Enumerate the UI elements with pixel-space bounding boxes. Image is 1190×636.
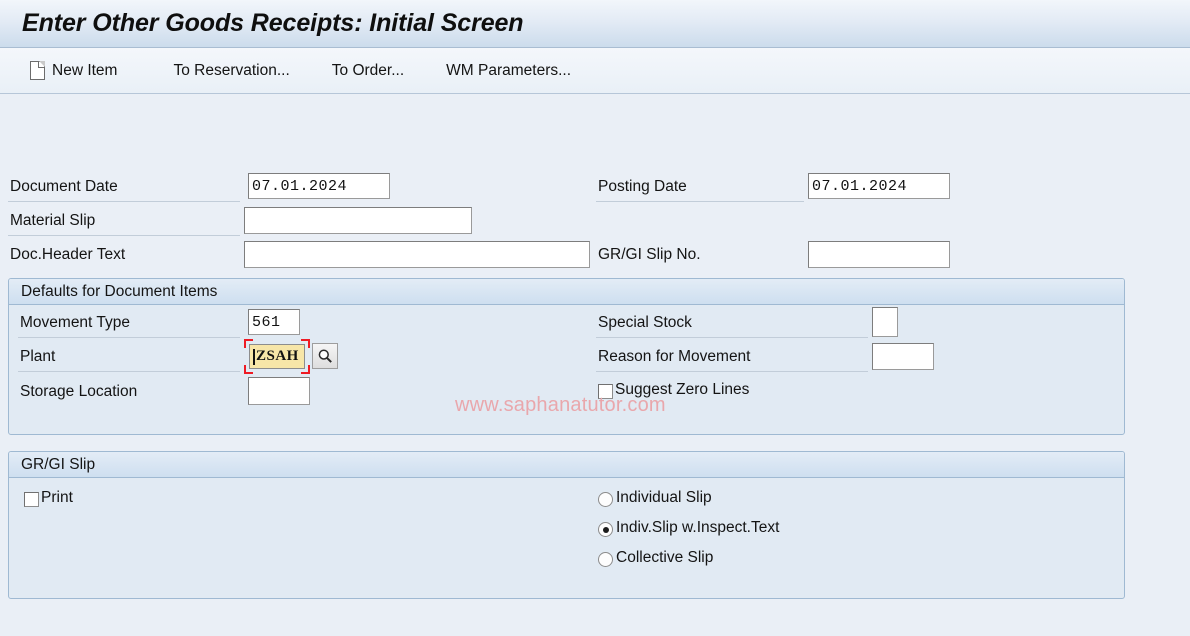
- gr-gi-slip-no-input[interactable]: [808, 241, 950, 268]
- plant-label: Plant: [18, 346, 240, 372]
- storage-location-input[interactable]: [248, 377, 310, 405]
- plant-input[interactable]: ZSAH: [249, 344, 305, 369]
- doc-header-text-label: Doc.Header Text: [10, 246, 126, 263]
- to-order-button[interactable]: To Order...: [316, 55, 418, 87]
- to-reservation-button[interactable]: To Reservation...: [157, 55, 303, 87]
- plant-input-value: ZSAH: [256, 348, 299, 364]
- posting-date-input[interactable]: 07.01.2024: [808, 173, 950, 199]
- window-title-bar: Enter Other Goods Receipts: Initial Scre…: [0, 0, 1190, 48]
- document-date-input[interactable]: 07.01.2024: [248, 173, 390, 199]
- plant-search-help-button[interactable]: [312, 343, 338, 369]
- reason-for-movement-label: Reason for Movement: [596, 346, 868, 372]
- special-stock-label: Special Stock: [596, 312, 868, 338]
- wm-parameters-button[interactable]: WM Parameters...: [430, 55, 585, 87]
- print-label: Print: [41, 489, 73, 506]
- new-item-button[interactable]: New Item: [16, 55, 131, 87]
- movement-type-label: Movement Type: [18, 312, 240, 338]
- application-toolbar: New Item To Reservation... To Order... W…: [0, 48, 1190, 94]
- material-slip-input[interactable]: [244, 207, 472, 234]
- radio-indiv-slip-with-inspect-text[interactable]: [598, 522, 613, 537]
- new-item-label: New Item: [52, 61, 118, 79]
- suggest-zero-lines-label: Suggest Zero Lines: [615, 381, 750, 398]
- magnifier-icon: [318, 349, 332, 363]
- to-reservation-label: To Reservation...: [173, 61, 290, 79]
- radio-individual-slip-label: Individual Slip: [616, 489, 712, 506]
- page-icon: [30, 61, 45, 80]
- radio-collective-slip[interactable]: [598, 552, 613, 567]
- to-order-label: To Order...: [331, 61, 405, 79]
- posting-date-label: Posting Date: [596, 176, 804, 202]
- page-title: Enter Other Goods Receipts: Initial Scre…: [22, 9, 524, 37]
- gr-gi-slip-panel: GR/GI Slip: [8, 451, 1125, 599]
- radio-individual-slip[interactable]: [598, 492, 613, 507]
- text-caret: [253, 348, 255, 365]
- material-slip-label: Material Slip: [8, 210, 240, 236]
- document-date-label: Document Date: [8, 176, 240, 202]
- special-stock-input[interactable]: [872, 307, 898, 337]
- movement-type-input[interactable]: 561: [248, 309, 300, 335]
- defaults-panel-title: Defaults for Document Items: [9, 279, 1124, 305]
- radio-indiv-slip-with-inspect-text-label: Indiv.Slip w.Inspect.Text: [616, 519, 780, 536]
- storage-location-label: Storage Location: [20, 383, 138, 400]
- radio-collective-slip-label: Collective Slip: [616, 549, 714, 566]
- gr-gi-slip-no-label: GR/GI Slip No.: [598, 246, 701, 263]
- wm-parameters-label: WM Parameters...: [446, 61, 572, 79]
- doc-header-text-input[interactable]: [244, 241, 590, 268]
- print-checkbox[interactable]: [24, 492, 39, 507]
- suggest-zero-lines-checkbox[interactable]: [598, 384, 613, 399]
- reason-for-movement-input[interactable]: [872, 343, 934, 370]
- screen-canvas: www.saphanatutor.com Document Date 07.01…: [0, 94, 1190, 636]
- gr-gi-slip-panel-title: GR/GI Slip: [9, 452, 1124, 478]
